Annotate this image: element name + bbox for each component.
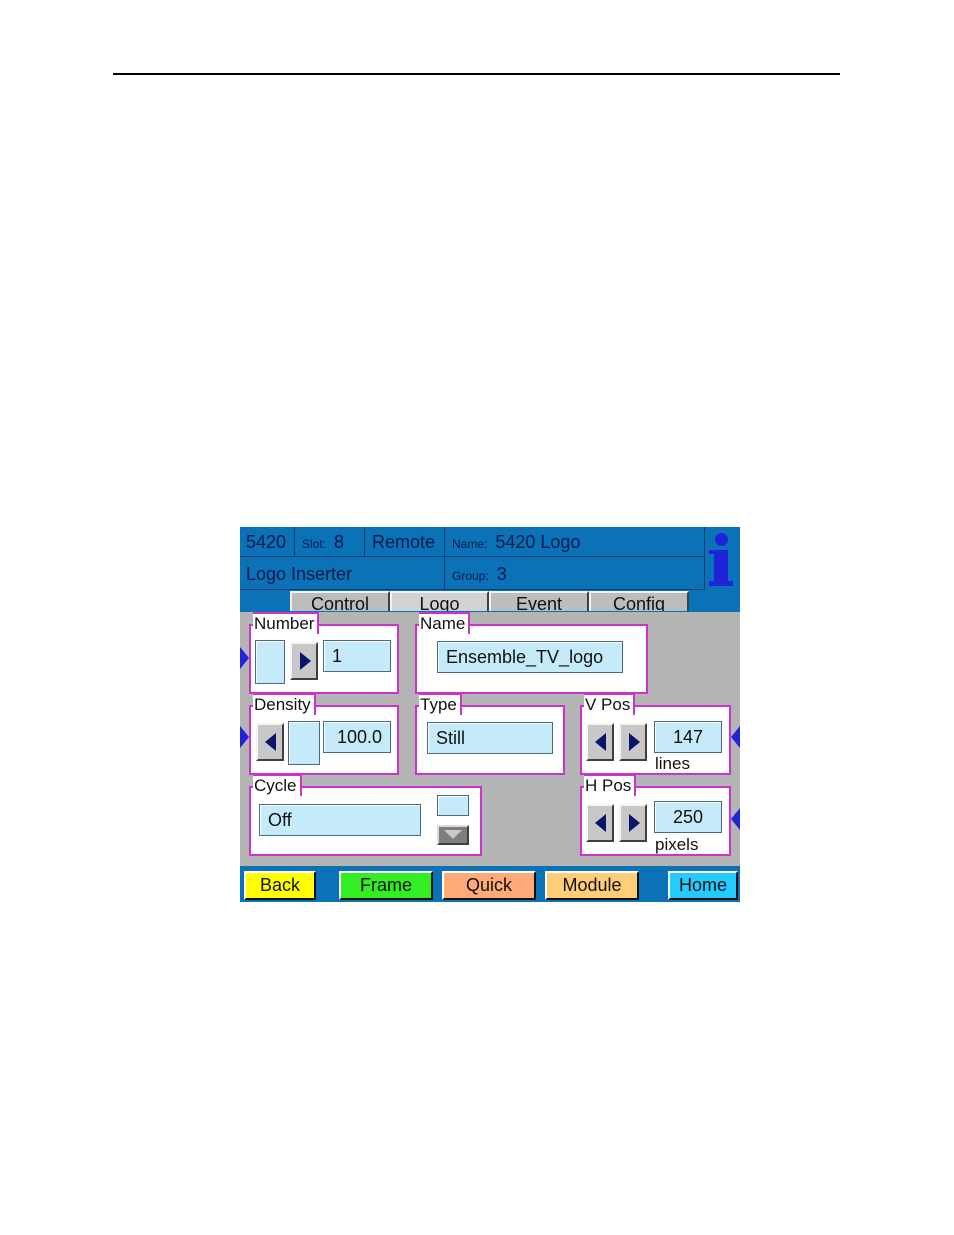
density-marker-icon <box>240 726 249 748</box>
vpos-increment-button[interactable] <box>619 723 647 761</box>
number-marker-icon <box>240 647 249 669</box>
info-icon[interactable] <box>708 533 738 587</box>
number-increment-button[interactable] <box>290 642 318 680</box>
home-button[interactable]: Home <box>668 871 738 900</box>
vpos-unit: lines <box>655 754 690 773</box>
type-select[interactable]: Still <box>427 722 553 754</box>
cycle-select[interactable]: Off <box>259 804 421 836</box>
density-slider-track[interactable] <box>288 721 320 765</box>
vpos-decrement-button[interactable] <box>586 723 614 761</box>
hpos-group: H Pos 250 pixels <box>580 774 731 856</box>
name-cell: Name: 5420 Logo <box>445 527 705 557</box>
slot-label: Slot: <box>302 537 327 551</box>
slot-value: 8 <box>334 532 345 552</box>
group-value: 3 <box>496 564 507 584</box>
slot-cell: Slot: 8 <box>295 527 365 557</box>
logo-name-field[interactable]: Ensemble_TV_logo <box>437 641 623 673</box>
tab-config[interactable]: Config <box>589 591 689 611</box>
mode-cell: Remote <box>365 527 445 557</box>
arrow-right-icon <box>300 652 311 670</box>
cycle-dropdown-button[interactable] <box>437 825 469 845</box>
name-label: Name: <box>452 537 488 551</box>
name-group: Name Ensemble_TV_logo <box>415 612 648 694</box>
module-description: Logo Inserter <box>246 564 353 584</box>
number-value-field[interactable]: 1 <box>323 640 391 672</box>
number-group: Number 1 <box>249 612 399 694</box>
density-decrement-button[interactable] <box>256 723 284 761</box>
hpos-unit: pixels <box>655 835 699 854</box>
group-cell: Group: 3 <box>445 557 705 590</box>
status-header: 5420 Slot: 8 Remote Name: 5420 Logo Logo… <box>240 527 740 612</box>
name-value: 5420 Logo <box>495 532 581 552</box>
density-value-field[interactable]: 100.0 <box>323 721 391 753</box>
description-cell: Logo Inserter <box>240 557 445 590</box>
module-button[interactable]: Module <box>545 871 639 900</box>
vpos-value-field[interactable]: 147 <box>654 721 722 753</box>
frame-button[interactable]: Frame <box>339 871 433 900</box>
arrow-right-icon <box>629 733 640 751</box>
arrow-left-icon <box>595 733 606 751</box>
page-top-rule <box>113 73 840 75</box>
arrow-right-icon <box>629 814 640 832</box>
hpos-label: H Pos <box>584 774 637 796</box>
hpos-increment-button[interactable] <box>619 804 647 842</box>
tab-event[interactable]: Event <box>489 591 589 611</box>
chevron-down-icon <box>444 830 462 839</box>
density-label: Density <box>253 693 316 715</box>
model-number: 5420 <box>246 532 287 552</box>
vpos-marker-icon <box>731 726 740 748</box>
number-slider-track[interactable] <box>255 640 285 684</box>
navigation-bar: Back Frame Quick Module Home <box>240 866 740 902</box>
tab-control[interactable]: Control <box>290 591 390 611</box>
vpos-label: V Pos <box>584 693 636 715</box>
group-label: Group: <box>452 569 489 583</box>
name-group-label: Name <box>419 612 471 634</box>
mode-value: Remote <box>372 532 436 552</box>
back-button[interactable]: Back <box>244 871 316 900</box>
tab-logo[interactable]: Logo <box>390 591 489 611</box>
arrow-left-icon <box>265 733 276 751</box>
hpos-marker-icon <box>731 808 740 830</box>
number-label: Number <box>253 612 320 634</box>
hpos-decrement-button[interactable] <box>586 804 614 842</box>
control-panel-screen: 5420 Slot: 8 Remote Name: 5420 Logo Logo… <box>240 527 740 902</box>
type-group: Type Still <box>415 693 565 775</box>
vpos-group: V Pos 147 lines <box>580 693 731 775</box>
type-label: Type <box>419 693 462 715</box>
arrow-left-icon <box>595 814 606 832</box>
density-group: Density 100.0 <box>249 693 399 775</box>
quick-button[interactable]: Quick <box>442 871 536 900</box>
hpos-value-field[interactable]: 250 <box>654 801 722 833</box>
model-cell: 5420 <box>240 527 295 557</box>
cycle-indicator <box>437 795 469 816</box>
cycle-label: Cycle <box>253 774 302 796</box>
cycle-group: Cycle Off <box>249 774 482 856</box>
